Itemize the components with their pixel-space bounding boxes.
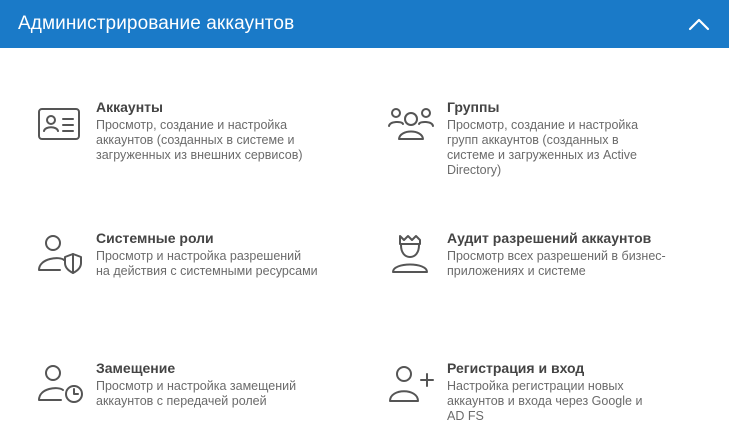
item-registration-login[interactable]: Регистрация и вход Настройка регистрации…: [387, 360, 717, 424]
group-icon: [387, 99, 435, 147]
item-description: Просмотр, создание и настройка групп акк…: [447, 118, 639, 177]
user-shield-icon: [36, 230, 84, 278]
item-substitution[interactable]: Замещение Просмотр и настройка замещений…: [36, 360, 366, 409]
chevron-up-icon[interactable]: [687, 12, 711, 36]
item-title: Аккаунты: [96, 99, 163, 115]
item-groups[interactable]: Группы Просмотр, создание и настройка гр…: [387, 99, 717, 178]
panel-header[interactable]: Администрирование аккаунтов: [0, 0, 729, 48]
item-description: Просмотр и настройка замещений аккаунтов…: [96, 379, 297, 408]
item-description: Просмотр всех разрешений в бизнес- прило…: [447, 249, 666, 278]
user-add-icon: [387, 360, 435, 408]
user-clock-icon: [36, 360, 84, 408]
item-system-roles[interactable]: Системные роли Просмотр и настройка разр…: [36, 230, 366, 279]
item-title: Замещение: [96, 360, 176, 376]
item-description: Просмотр, создание и настройка аккаунтов…: [96, 118, 303, 162]
id-card-icon: [36, 99, 84, 147]
admin-items-grid: Аккаунты Просмотр, создание и настройка …: [0, 48, 729, 438]
panel-title: Администрирование аккаунтов: [18, 13, 295, 34]
item-title: Регистрация и вход: [447, 360, 585, 376]
item-title: Системные роли: [96, 230, 214, 246]
item-title: Аудит разрешений аккаунтов: [447, 230, 652, 246]
item-accounts[interactable]: Аккаунты Просмотр, создание и настройка …: [36, 99, 366, 163]
auditor-icon: [387, 230, 435, 278]
account-admin-panel: Администрирование аккаунтов Аккаунты Про…: [0, 0, 729, 438]
item-permissions-audit[interactable]: Аудит разрешений аккаунтов Просмотр всех…: [387, 230, 717, 279]
item-description: Просмотр и настройка разрешений на дейст…: [96, 249, 318, 278]
item-title: Группы: [447, 99, 500, 115]
item-description: Настройка регистрации новых аккаунтов и …: [447, 379, 643, 423]
